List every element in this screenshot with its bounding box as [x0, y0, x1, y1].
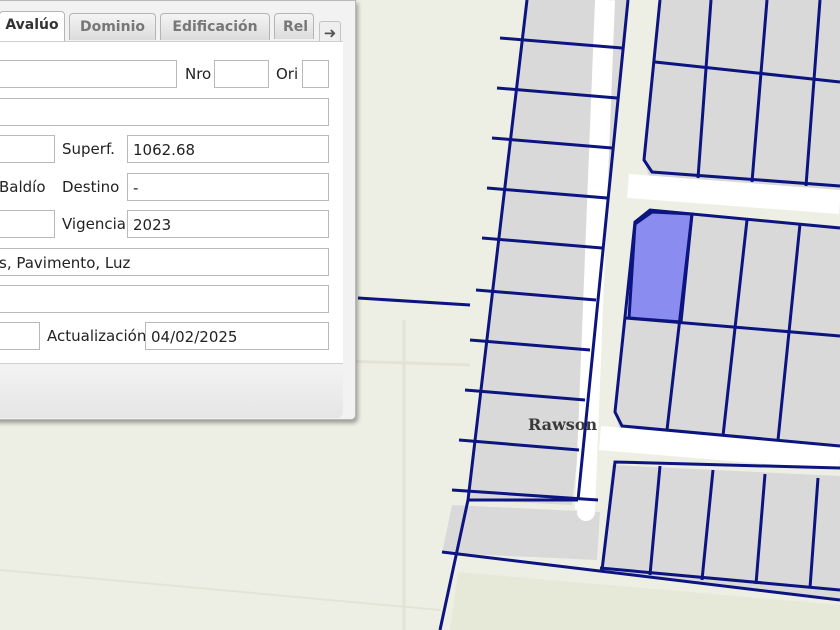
nro-label: Nro: [185, 65, 212, 83]
superf-field[interactable]: 1062.68: [127, 135, 329, 163]
nro-field[interactable]: [214, 60, 269, 88]
servicios-field[interactable]: s, Pavimento, Luz: [0, 248, 329, 276]
tab-avaluo[interactable]: Avalúo: [0, 11, 65, 42]
row3-left-field[interactable]: [0, 135, 55, 163]
street-field[interactable]: [0, 60, 177, 88]
tab-strip: Avalúo Dominio Edificación Rel ➜: [0, 9, 345, 45]
row2-field[interactable]: [0, 98, 329, 126]
form-body: Nro Ori Superf. 1062.68 Baldío Destino -…: [0, 41, 343, 364]
tab-dominio[interactable]: Dominio: [69, 13, 156, 40]
ori-label: Ori: [276, 65, 299, 83]
town-label: Rawson: [528, 415, 597, 434]
vigencia-label: Vigencia: [62, 215, 126, 233]
destino-label: Destino: [62, 178, 120, 196]
row5-left-field[interactable]: [0, 210, 55, 238]
vigencia-field[interactable]: 2023: [127, 210, 329, 238]
row8-left-field[interactable]: [0, 322, 40, 350]
panel-footer: [0, 363, 343, 418]
destino-field[interactable]: -: [127, 173, 329, 201]
top-block: [644, 0, 840, 195]
tab-edificacion[interactable]: Edificación: [160, 13, 270, 40]
actualizacion-field[interactable]: 04/02/2025: [145, 322, 329, 350]
ori-field[interactable]: [302, 60, 329, 88]
superf-label: Superf.: [62, 140, 115, 158]
row7-field[interactable]: [0, 285, 329, 313]
parcel-info-panel: Avalúo Dominio Edificación Rel ➜ Nro Ori…: [0, 0, 356, 420]
row4-left-field: Baldío: [0, 178, 46, 196]
actualizacion-label: Actualización: [47, 327, 147, 345]
tab-rel[interactable]: Rel: [274, 13, 314, 39]
